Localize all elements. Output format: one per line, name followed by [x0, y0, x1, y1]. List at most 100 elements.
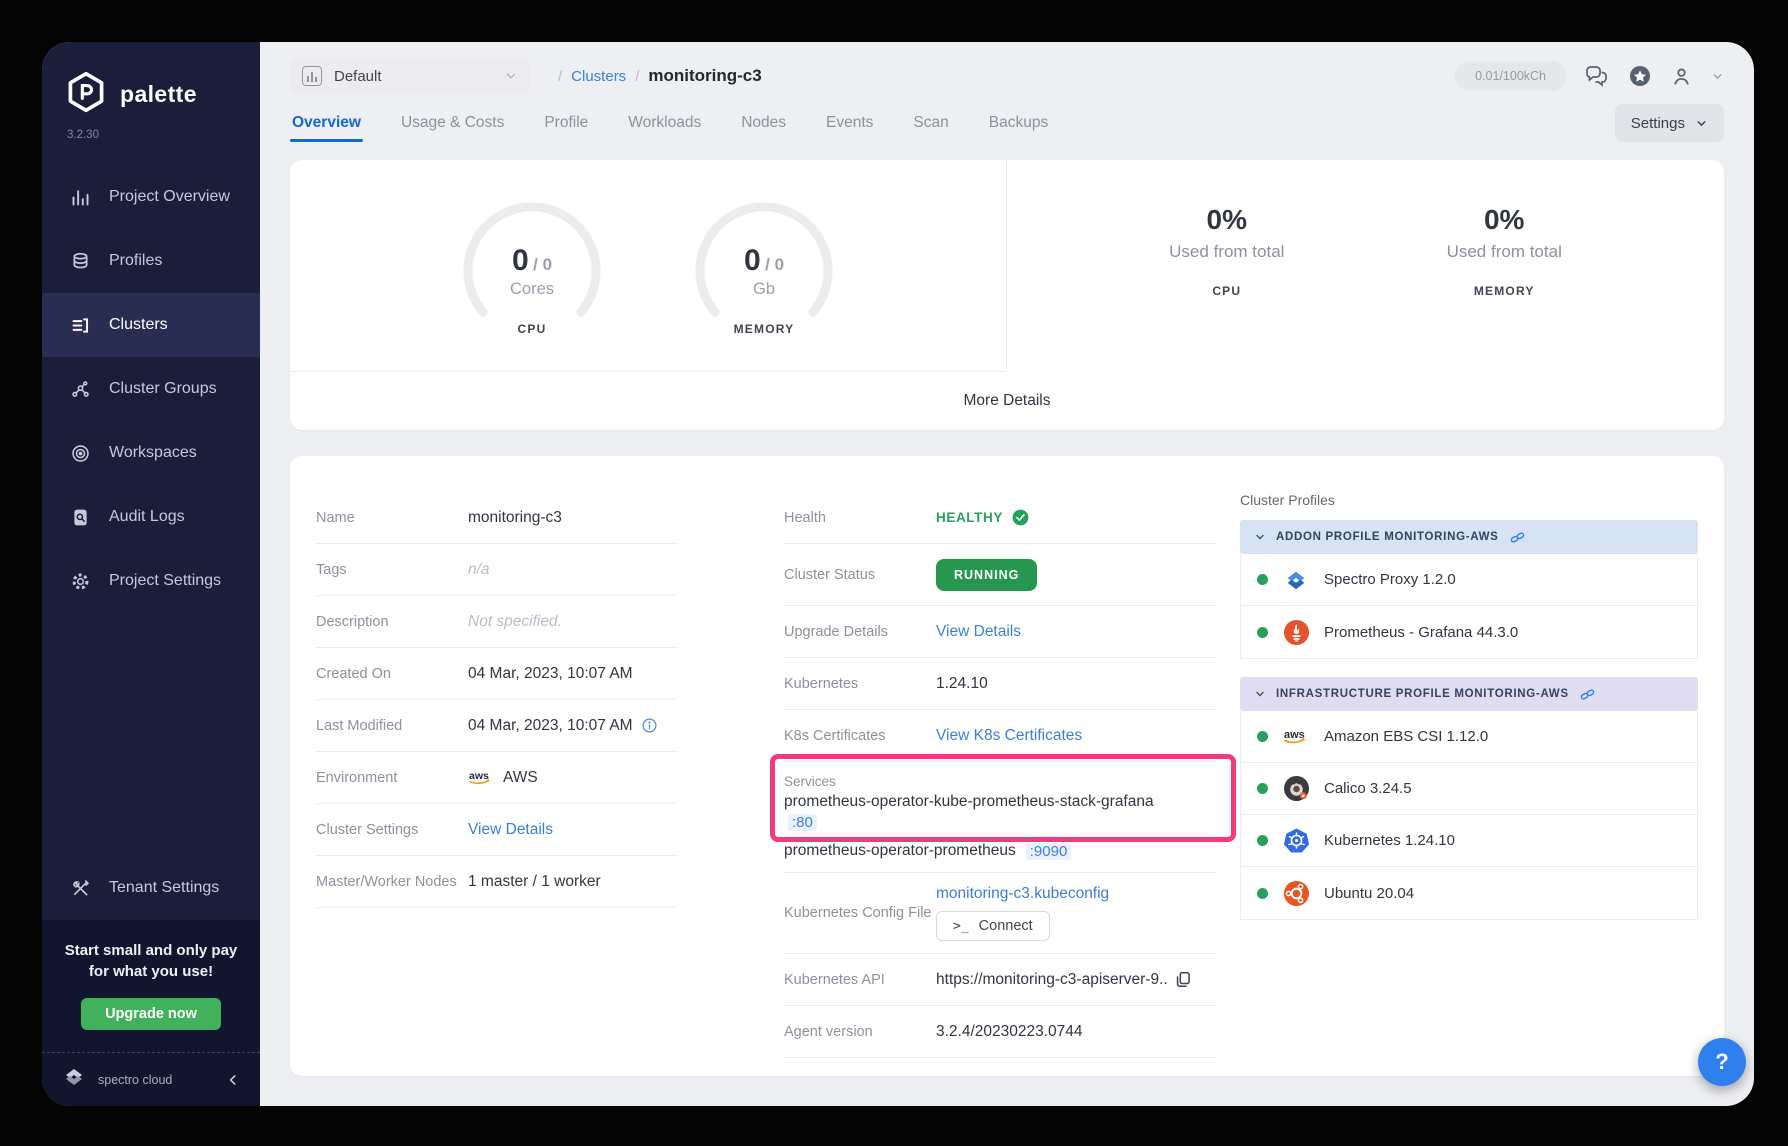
layers-icon: [69, 251, 91, 272]
status-dot: [1257, 835, 1268, 846]
status-row-kubernetes: Kubernetes 1.24.10: [784, 658, 1216, 710]
connect-button[interactable]: >_ Connect: [936, 911, 1050, 941]
info-icon[interactable]: [641, 717, 658, 734]
profile-layer-kubernetes[interactable]: Kubernetes 1.24.10: [1241, 815, 1697, 867]
memory-gauge-unit: Gb: [684, 280, 844, 299]
memory-usage-percent: 0%: [1447, 204, 1562, 236]
infrastructure-profile-rows: aws Amazon EBS CSI 1.12.0 Calico 3.24.5: [1240, 711, 1698, 920]
tab-usage-costs[interactable]: Usage & Costs: [399, 102, 506, 144]
sidebar-item-tenant-settings[interactable]: Tenant Settings: [42, 856, 260, 920]
sidebar-item-label: Workspaces: [109, 444, 197, 462]
sidebar-item-label: Clusters: [109, 316, 168, 334]
profile-layer-amazon-ebs-csi[interactable]: aws Amazon EBS CSI 1.12.0: [1241, 711, 1697, 763]
project-chart-icon: [302, 66, 322, 86]
detail-row-last-modified: Last Modified 04 Mar, 2023, 10:07 AM: [316, 700, 678, 752]
app-window: palette 3.2.30 Project Overview Profiles: [42, 42, 1754, 1106]
breadcrumb-current-cluster: monitoring-c3: [648, 66, 761, 86]
upgrade-now-button[interactable]: Upgrade now: [81, 998, 221, 1030]
tools-icon: [69, 878, 91, 899]
tab-overview[interactable]: Overview: [290, 102, 363, 144]
sidebar-item-audit-logs[interactable]: Audit Logs: [42, 485, 260, 549]
detail-row-tags: Tags n/a: [316, 544, 678, 596]
tab-workloads[interactable]: Workloads: [626, 102, 703, 144]
svg-text:aws: aws: [1284, 729, 1305, 741]
user-menu-chevron-icon[interactable]: [1711, 70, 1724, 83]
service-port-link[interactable]: :9090: [1026, 843, 1072, 860]
kubeconfig-download-link[interactable]: monitoring-c3.kubeconfig: [936, 885, 1109, 903]
project-selector-value: Default: [334, 68, 492, 85]
cpu-usage-percent: 0%: [1169, 204, 1284, 236]
project-selector[interactable]: Default: [290, 58, 530, 94]
tab-backups[interactable]: Backups: [987, 102, 1050, 144]
sidebar-item-label: Cluster Groups: [109, 380, 217, 398]
more-details-button[interactable]: More Details: [290, 372, 1724, 430]
status-row-k8s-certificates: K8s Certificates View K8s Certificates: [784, 710, 1216, 762]
spectro-proxy-icon: [1282, 566, 1310, 594]
tab-nodes[interactable]: Nodes: [739, 102, 788, 144]
cluster-status-column: Health HEALTHY Cluster Status RUNNING Up…: [784, 492, 1216, 1046]
sidebar-item-cluster-groups[interactable]: Cluster Groups: [42, 357, 260, 421]
sidebar-item-project-settings[interactable]: Project Settings: [42, 549, 260, 613]
status-row-health: Health HEALTHY: [784, 492, 1216, 544]
status-row-kubernetes-api: Kubernetes API https://monitoring-c3-api…: [784, 954, 1216, 1006]
main-area: Default / Clusters / monitoring-c3 0.01/…: [260, 42, 1754, 1106]
collapse-sidebar-icon[interactable]: [226, 1073, 240, 1087]
breadcrumb: / Clusters / monitoring-c3: [558, 66, 762, 86]
profile-layer-spectro-proxy[interactable]: Spectro Proxy 1.2.0: [1241, 554, 1697, 606]
tab-scan[interactable]: Scan: [911, 102, 950, 144]
memory-gauge-value: 0 / 0 Gb: [684, 244, 844, 299]
cpu-gauge: 0 / 0 Cores CPU: [452, 196, 612, 336]
profile-layer-ubuntu[interactable]: Ubuntu 20.04: [1241, 867, 1697, 919]
sidebar-item-label: Tenant Settings: [109, 879, 219, 897]
cpu-usage-stat: 0% Used from total CPU: [1169, 204, 1284, 298]
chat-icon[interactable]: [1584, 64, 1610, 88]
svg-text:aws: aws: [469, 770, 489, 782]
service-name: prometheus-operator-kube-prometheus-stac…: [784, 793, 1216, 811]
profile-layer-prometheus-grafana[interactable]: Prometheus - Grafana 44.3.0: [1241, 606, 1697, 658]
user-icon[interactable]: [1670, 65, 1693, 88]
memory-gauge: 0 / 0 Gb MEMORY: [684, 196, 844, 336]
detail-row-master-worker: Master/Worker Nodes 1 master / 1 worker: [316, 856, 678, 908]
cpu-gauge-caption: CPU: [518, 322, 547, 336]
doc-search-icon: [69, 507, 91, 528]
service-port-link[interactable]: :80: [788, 814, 817, 831]
infrastructure-profile-header[interactable]: INFRASTRUCTURE PROFILE MONITORING-AWS: [1240, 677, 1698, 711]
usage-credits-pill[interactable]: 0.01/100kCh: [1455, 61, 1566, 91]
link-icon[interactable]: [1509, 529, 1526, 546]
memory-usage-stat: 0% Used from total MEMORY: [1447, 204, 1562, 298]
chevron-down-icon: [504, 69, 518, 83]
cluster-settings-view-details-link[interactable]: View Details: [468, 821, 553, 839]
cpu-usage-caption: CPU: [1169, 284, 1284, 298]
detail-row-created-on: Created On 04 Mar, 2023, 10:07 AM: [316, 648, 678, 700]
copy-icon[interactable]: [1174, 970, 1193, 989]
detail-row-cluster-settings: Cluster Settings View Details: [316, 804, 678, 856]
view-k8s-certificates-link[interactable]: View K8s Certificates: [936, 727, 1082, 745]
help-button[interactable]: ?: [1698, 1038, 1746, 1086]
star-badge-icon[interactable]: [1628, 64, 1652, 88]
gauges-panel: 0 / 0 Cores CPU 0 / 0 Gb MEM: [290, 160, 1007, 372]
health-status: HEALTHY: [936, 510, 1003, 525]
addon-profile-rows: Spectro Proxy 1.2.0 Prometheus - Grafana…: [1240, 554, 1698, 659]
sidebar-item-label: Project Overview: [109, 188, 230, 206]
concentric-circles-icon: [69, 443, 91, 464]
spectro-cloud-logo: [62, 1065, 86, 1094]
sidebar-item-workspaces[interactable]: Workspaces: [42, 421, 260, 485]
infrastructure-profile-group: INFRASTRUCTURE PROFILE MONITORING-AWS aw…: [1240, 677, 1698, 920]
sidebar-item-clusters[interactable]: Clusters: [42, 293, 260, 357]
settings-button[interactable]: Settings: [1615, 104, 1724, 142]
tab-events[interactable]: Events: [824, 102, 875, 144]
breadcrumb-link-clusters[interactable]: Clusters: [571, 68, 626, 85]
sidebar-item-project-overview[interactable]: Project Overview: [42, 165, 260, 229]
tab-profile[interactable]: Profile: [542, 102, 590, 144]
prometheus-icon: [1282, 618, 1310, 646]
cluster-info-column: Name monitoring-c3 Tags n/a Description …: [316, 492, 678, 1046]
link-icon[interactable]: [1579, 686, 1596, 703]
profile-layer-calico[interactable]: Calico 3.24.5: [1241, 763, 1697, 815]
upgrade-view-details-link[interactable]: View Details: [936, 623, 1021, 641]
addon-profile-header[interactable]: ADDON PROFILE MONITORING-AWS: [1240, 520, 1698, 554]
clusters-list-icon: [69, 315, 91, 336]
status-dot: [1257, 627, 1268, 638]
sidebar-item-profiles[interactable]: Profiles: [42, 229, 260, 293]
sidebar-nav: Project Overview Profiles Clusters Clust…: [42, 165, 260, 613]
topbar: Default / Clusters / monitoring-c3 0.01/…: [260, 42, 1754, 94]
